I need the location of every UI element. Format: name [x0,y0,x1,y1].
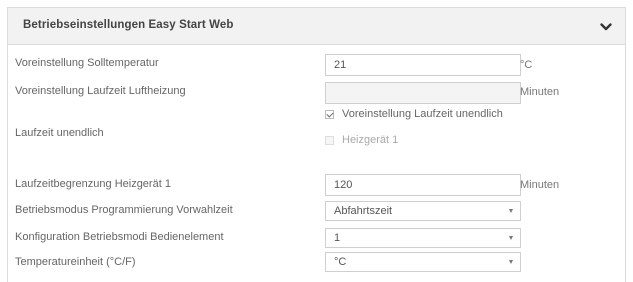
chevron-down-icon[interactable] [599,20,613,34]
temperatureinheit-selected: °C [334,256,347,268]
temperatureinheit-label: Temperatureinheit (°C/F) [15,256,136,268]
laufzeit-luftheizung-unit: Minuten [520,86,560,98]
laufzeitbegrenzung-unit: Minuten [520,179,560,191]
konfiguration-label: Konfiguration Betriebsmodi Bedienelement [15,231,224,243]
laufzeit-unendlich-label: Laufzeit unendlich [15,127,104,139]
laufzeit-luftheizung-label: Voreinstellung Laufzeit Luftheizung [15,85,186,97]
checkbox-icon[interactable] [325,135,334,145]
voreinstellung-laufzeit-unendlich-option[interactable]: Voreinstellung Laufzeit unendlich [325,108,503,120]
voreinstellung-laufzeit-unendlich-label: Voreinstellung Laufzeit unendlich [342,108,503,120]
konfiguration-selected: 1 [334,232,341,244]
panel-header[interactable]: Betriebseinstellungen Easy Start Web [8,8,625,45]
heizgeraet-1-option[interactable]: Heizgerät 1 [325,134,398,146]
caret-down-icon [509,209,513,213]
checkbox-icon[interactable] [325,109,334,119]
solltemperatur-unit: °C [520,59,533,71]
temperatureinheit-select[interactable]: °C [325,252,521,272]
solltemperatur-input[interactable] [325,54,521,76]
konfiguration-select[interactable]: 1 [325,228,521,248]
laufzeitbegrenzung-label: Laufzeitbegrenzung Heizgerät 1 [15,178,171,190]
heizgeraet-1-label: Heizgerät 1 [342,134,399,146]
betriebsmodus-label: Betriebsmodus Programmierung Vorwahlzeit [15,204,233,216]
betriebsmodus-select[interactable]: Abfahrtszeit [325,201,521,221]
laufzeit-luftheizung-input[interactable] [325,82,521,104]
laufzeitbegrenzung-input[interactable] [325,174,521,196]
caret-down-icon [509,236,513,240]
betriebsmodus-selected: Abfahrtszeit [334,205,393,217]
caret-down-icon [509,260,513,264]
solltemperatur-label: Voreinstellung Solltemperatur [15,57,159,69]
panel-title: Betriebseinstellungen Easy Start Web [23,19,234,31]
